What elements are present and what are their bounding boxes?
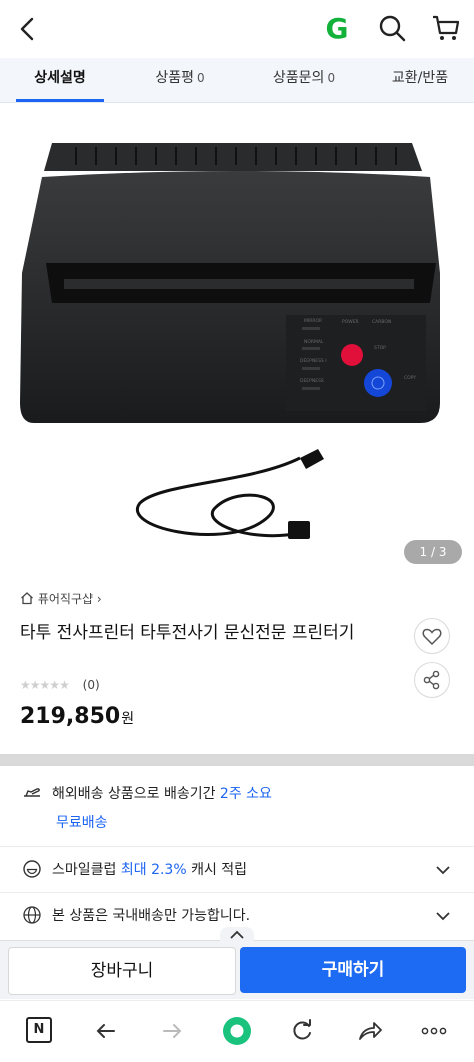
smile-club-info[interactable]: 스마일클럽 최대 2.3% 캐시 적립: [22, 858, 247, 882]
svg-text:NORMAL: NORMAL: [304, 339, 324, 345]
tab-count: 0: [197, 71, 205, 85]
separator: [0, 892, 474, 893]
seller-name: 퓨어직구샵 ›: [37, 592, 102, 606]
svg-text:DEEPNESS: DEEPNESS: [300, 378, 324, 384]
tab-label: 상품문의: [272, 70, 325, 86]
product-image: MIRROR NORMAL DEEPNESS I DEEPNESS POWER …: [20, 143, 440, 539]
rating-count: (0): [82, 678, 100, 692]
domestic-notice: 본 상품은 국내배송만 가능합니다.: [22, 904, 250, 928]
price-value: 219,850: [20, 704, 121, 729]
buy-now-button[interactable]: 구매하기: [240, 947, 466, 993]
shipping-duration: 2주 소요: [219, 786, 272, 802]
chevron-down-icon[interactable]: [434, 908, 452, 924]
share-button[interactable]: [414, 662, 450, 698]
tab-reviews[interactable]: 상품평 0: [134, 58, 226, 102]
svg-text:MIRROR: MIRROR: [304, 318, 322, 324]
tab-label: 상품평: [155, 70, 194, 86]
globe-icon: [23, 906, 41, 924]
gmarket-logo-icon[interactable]: G: [322, 12, 352, 44]
forward-icon[interactable]: [158, 1017, 186, 1045]
separator: [0, 846, 474, 847]
back-arrow-icon[interactable]: [14, 12, 44, 46]
smile-text: 스마일클럽: [52, 862, 121, 878]
home-icon: [21, 592, 33, 605]
smile-rate: 최대 2.3%: [120, 862, 187, 878]
top-bar: G: [0, 0, 474, 58]
section-divider: [0, 754, 474, 766]
svg-text:DEEPNESS I: DEEPNESS I: [300, 358, 327, 364]
svg-text:STOP: STOP: [374, 345, 386, 351]
back-icon[interactable]: [92, 1017, 120, 1045]
smile-icon: [23, 860, 41, 878]
purchase-bar: 장바구니 구매하기: [0, 927, 474, 999]
chevron-up-icon: [230, 930, 244, 939]
shipping-info: 해외배송 상품으로 배송기간 2주 소요: [22, 782, 272, 806]
more-icon[interactable]: [420, 1017, 448, 1045]
free-shipping: 무료배송: [56, 815, 108, 831]
price-currency: 원: [121, 711, 135, 727]
rating-stars-icon: ★★★★★: [20, 678, 70, 692]
image-counter: 1 / 3: [404, 540, 462, 564]
search-icon[interactable]: [376, 12, 408, 44]
share-arrow-icon[interactable]: [356, 1017, 384, 1045]
smile-suffix: 캐시 적립: [186, 862, 248, 878]
green-dot-icon[interactable]: [220, 1014, 254, 1048]
naver-home-icon[interactable]: N: [26, 1017, 52, 1043]
share-icon: [423, 670, 440, 690]
product-image-gallery[interactable]: MIRROR NORMAL DEEPNESS I DEEPNESS POWER …: [0, 103, 474, 578]
svg-text:G: G: [326, 12, 349, 44]
airplane-icon: [24, 788, 40, 797]
svg-text:CARBON: CARBON: [372, 319, 391, 325]
notice-text: 본 상품은 국내배송만 가능합니다.: [52, 908, 251, 924]
tab-description[interactable]: 상세설명: [14, 58, 106, 102]
tab-label: 상세설명: [34, 70, 86, 86]
cart-icon[interactable]: [430, 12, 462, 44]
detail-tabs: 상세설명 상품평 0 상품문의 0 교환/반품: [0, 58, 474, 103]
product-price: 219,850원: [20, 704, 134, 729]
product-title: 타투 전사프린터 타투전사기 문신전문 프린터기: [20, 623, 355, 643]
chevron-down-icon[interactable]: [434, 862, 452, 878]
tab-label: 교환/반품: [391, 70, 449, 86]
rating: ★★★★★ (0): [20, 676, 100, 694]
seller-link[interactable]: 퓨어직구샵 ›: [20, 590, 102, 608]
wishlist-button[interactable]: [414, 618, 450, 654]
tab-count: 0: [327, 71, 336, 85]
tab-exchange[interactable]: 교환/반품: [372, 58, 468, 102]
svg-text:COPY: COPY: [404, 375, 416, 381]
collapse-handle[interactable]: [220, 927, 254, 943]
refresh-icon[interactable]: [288, 1017, 316, 1045]
add-to-cart-button[interactable]: 장바구니: [8, 947, 236, 995]
tab-questions[interactable]: 상품문의 0: [252, 58, 356, 102]
heart-icon: [422, 628, 442, 646]
browser-toolbar: N: [0, 1000, 474, 1062]
shipping-text: 해외배송 상품으로 배송기간: [52, 786, 220, 802]
svg-text:POWER: POWER: [342, 319, 359, 325]
